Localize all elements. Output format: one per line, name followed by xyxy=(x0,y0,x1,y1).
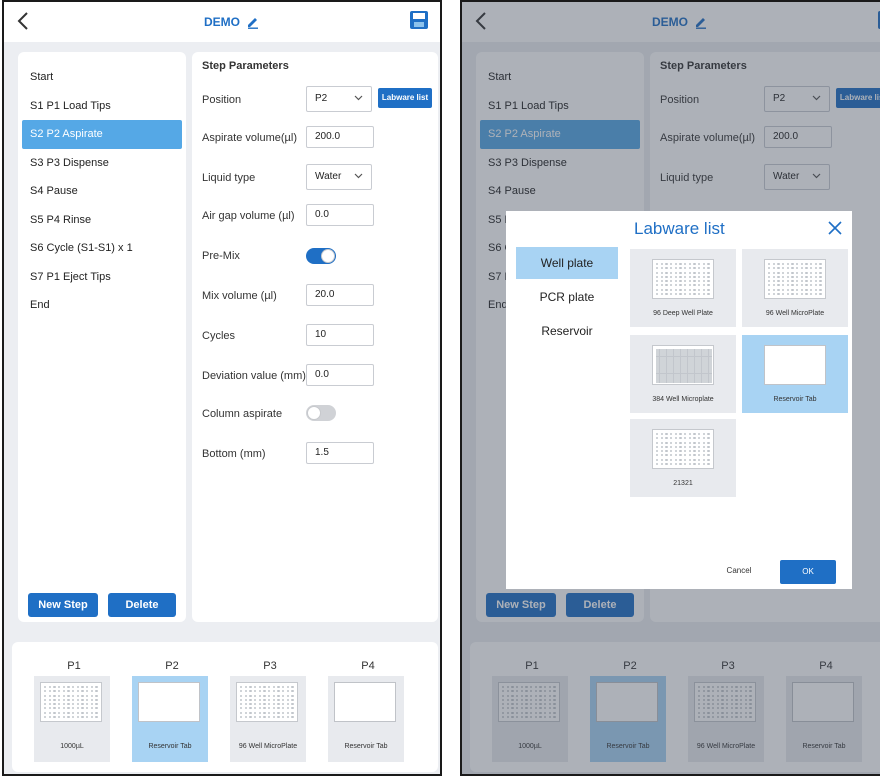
chevron-down-icon xyxy=(354,95,363,101)
column-aspirate-label: Column aspirate xyxy=(202,408,283,420)
deck-slot-labware-label: 1000µL xyxy=(60,743,84,750)
labware-card-label: Reservoir Tab xyxy=(773,396,817,403)
step-parameters-panel: Step Parameters Position P2 Labware list… xyxy=(192,52,438,622)
deck-positions: P1 1000µL P2 Reservoir Tab P3 96 Well MicroPl… xyxy=(12,642,438,772)
labware-card-label: 96 Well MicroPlate xyxy=(765,310,825,317)
step-item[interactable]: S6 Cycle (S1-S1) x 1 xyxy=(18,234,186,263)
save-icon[interactable] xyxy=(410,11,428,29)
deviation-value-label: Deviation value (mm) xyxy=(202,370,306,382)
plate-wells-icon xyxy=(236,682,298,722)
reservoir-icon xyxy=(334,682,396,722)
aspirate-volume-input[interactable]: 200.0 xyxy=(306,126,374,148)
labware-card[interactable]: 21321 xyxy=(630,419,736,497)
step-item[interactable]: S5 P4 Rinse xyxy=(18,206,186,235)
toggle-knob xyxy=(321,249,335,263)
top-bar: DEMO xyxy=(4,2,440,42)
labware-card-label: 384 Well Microplate xyxy=(652,396,714,403)
toggle-knob xyxy=(307,406,321,420)
liquid-type-value: Water xyxy=(315,171,342,182)
bottom-input[interactable]: 1.5 xyxy=(306,442,374,464)
liquid-type-label: Liquid type xyxy=(202,172,256,184)
deck-slot-p2[interactable]: Reservoir Tab xyxy=(132,676,208,762)
deck-slot-labware-label: Reservoir Tab xyxy=(344,743,388,750)
deck-slot-labware-label: 96 Well MicroPlate xyxy=(238,743,298,750)
step-item[interactable]: S1 P1 Load Tips xyxy=(18,92,186,121)
dialog-title: Labware list xyxy=(634,219,725,238)
close-icon[interactable] xyxy=(828,221,842,235)
labware-card[interactable]: 96 Well MicroPlate xyxy=(742,249,848,327)
labware-card[interactable]: 96 Deep Well Plate xyxy=(630,249,736,327)
bottom-label: Bottom (mm) xyxy=(202,448,266,460)
step-item[interactable]: Start xyxy=(18,63,186,92)
labware-list-dialog: Labware list Well plate PCR plate Reservoi… xyxy=(506,211,852,589)
category-item[interactable]: PCR plate xyxy=(516,281,618,313)
delete-button[interactable]: Delete xyxy=(108,593,176,617)
pre-mix-toggle[interactable] xyxy=(306,248,336,264)
deck-slot-p3[interactable]: 96 Well MicroPlate xyxy=(230,676,306,762)
category-item[interactable]: Reservoir xyxy=(516,315,618,347)
labware-list-button[interactable]: Labware list xyxy=(378,88,432,108)
step-list-panel: Start S1 P1 Load Tips S2 P2 Aspirate S3 P3 … xyxy=(18,52,186,622)
air-gap-volume-label: Air gap volume (µl) xyxy=(202,210,295,222)
deviation-value-input[interactable]: 0.0 xyxy=(306,364,374,386)
project-name: DEMO xyxy=(204,15,240,29)
edit-icon[interactable] xyxy=(246,15,260,29)
step-parameters-heading: Step Parameters xyxy=(202,60,289,72)
step-item[interactable]: S7 P1 Eject Tips xyxy=(18,263,186,292)
step-list: Start S1 P1 Load Tips S2 P2 Aspirate S3 P3 … xyxy=(18,52,186,320)
reservoir-icon xyxy=(764,345,826,385)
category-item[interactable]: Well plate xyxy=(516,247,618,279)
column-aspirate-toggle[interactable] xyxy=(306,405,336,421)
step-item[interactable]: End xyxy=(18,291,186,320)
position-label-p1: P1 xyxy=(67,660,81,672)
back-icon[interactable] xyxy=(14,10,34,32)
labware-card-label: 96 Deep Well Plate xyxy=(653,310,713,317)
aspirate-volume-label: Aspirate volume(µl) xyxy=(202,132,297,144)
chevron-down-icon xyxy=(354,173,363,179)
position-select[interactable]: P2 xyxy=(306,86,372,112)
plate-wells-icon xyxy=(652,429,714,469)
deck-slot-labware-label: Reservoir Tab xyxy=(148,743,192,750)
pre-mix-label: Pre-Mix xyxy=(202,250,240,262)
mix-volume-label: Mix volume (µl) xyxy=(202,290,277,302)
cycles-input[interactable]: 10 xyxy=(306,324,374,346)
step-item[interactable]: S4 Pause xyxy=(18,177,186,206)
ok-button[interactable]: OK xyxy=(780,560,836,584)
position-value: P2 xyxy=(315,93,328,104)
position-label: Position xyxy=(202,94,242,106)
main-screen: DEMO Start S1 P1 Load Tips S2 P2 Aspirate S… xyxy=(2,0,442,776)
new-step-button[interactable]: New Step xyxy=(28,593,98,617)
labware-card[interactable]: Reservoir Tab xyxy=(742,335,848,413)
air-gap-volume-input[interactable]: 0.0 xyxy=(306,204,374,226)
labware-card-label: 21321 xyxy=(673,480,693,487)
position-label-p4: P4 xyxy=(361,660,375,672)
liquid-type-select[interactable]: Water xyxy=(306,164,372,190)
cycles-label: Cycles xyxy=(202,330,236,342)
cancel-button[interactable]: Cancel xyxy=(712,560,766,582)
step-item[interactable]: S2 P2 Aspirate xyxy=(22,120,182,149)
plate-wells-icon xyxy=(40,682,102,722)
page-title: DEMO xyxy=(204,15,260,29)
labware-dialog-screen: DEMO Start S1 P1 Load Tips S2 P2 Aspirate S… xyxy=(460,0,880,776)
step-item[interactable]: S3 P3 Dispense xyxy=(18,149,186,178)
plate-wells-icon xyxy=(652,259,714,299)
mix-volume-input[interactable]: 20.0 xyxy=(306,284,374,306)
plate-wells-icon xyxy=(764,259,826,299)
reservoir-icon xyxy=(138,682,200,722)
position-label-p3: P3 xyxy=(263,660,277,672)
deck-slot-p1[interactable]: 1000µL xyxy=(34,676,110,762)
position-label-p2: P2 xyxy=(165,660,179,672)
plate-wells-icon xyxy=(652,345,714,385)
deck-slot-p4[interactable]: Reservoir Tab xyxy=(328,676,404,762)
labware-card[interactable]: 384 Well Microplate xyxy=(630,335,736,413)
